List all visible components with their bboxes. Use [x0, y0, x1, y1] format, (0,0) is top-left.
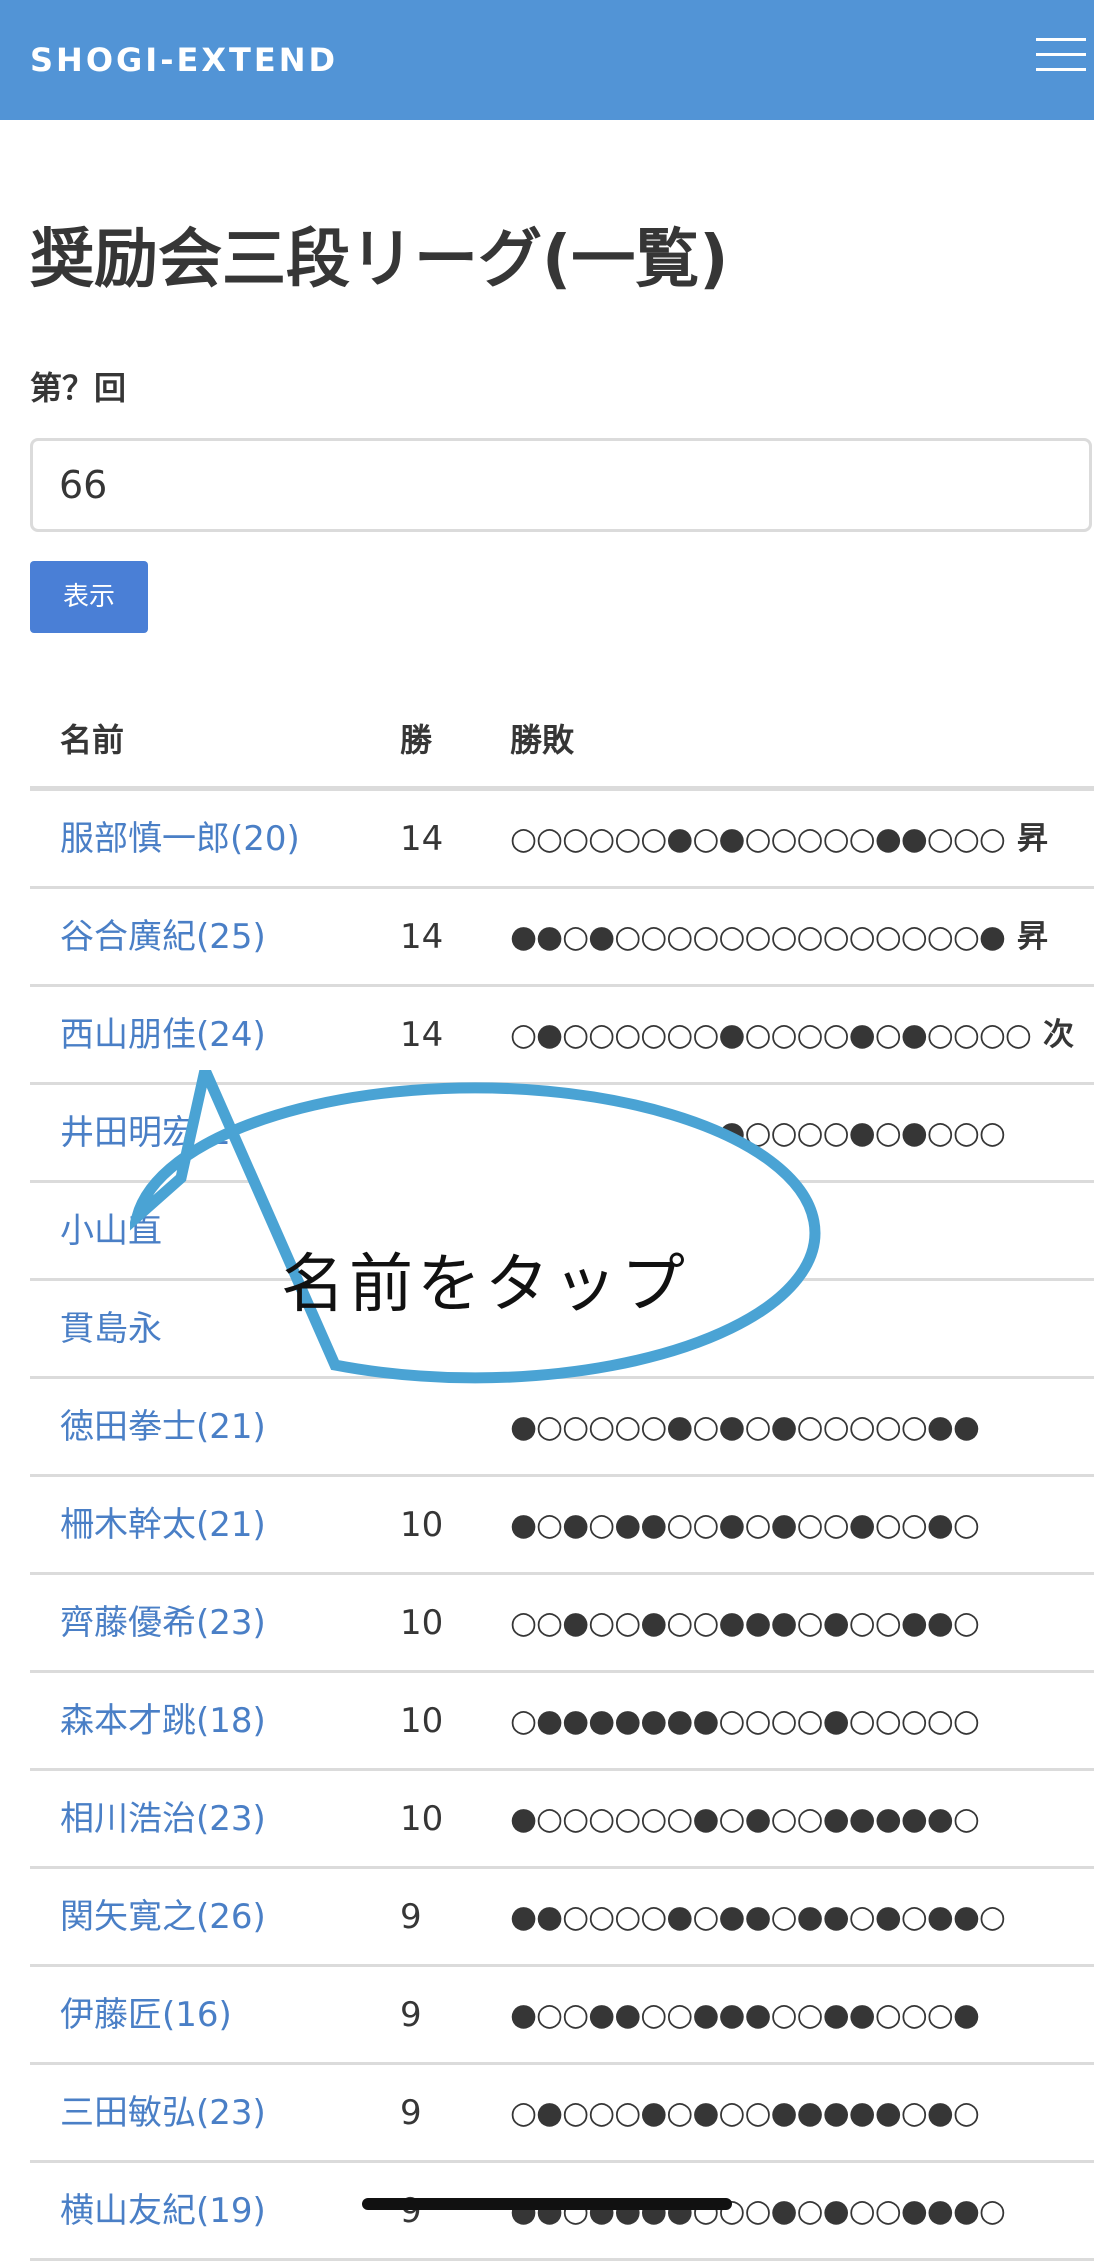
home-indicator — [362, 2198, 732, 2210]
player-name-link[interactable]: 横山友紀(19) — [60, 2189, 266, 2233]
player-name-link[interactable]: 齊藤優希(23) — [60, 1601, 266, 1645]
table-row: 関矢寛之(26) 9 ●●○○○○●○●●○●●○●○●●○ — [30, 1869, 1094, 1967]
table-row: 横山友紀(19) 9 ●●○●●●●○○○●○●○○●●●○ — [30, 2163, 1094, 2261]
round-number-input[interactable] — [30, 438, 1092, 532]
table-row: 服部慎一郎(20) 14 ○○○○○○●○●○○○○○●●○○○ 昇 — [30, 791, 1094, 889]
promotion-status-badge: 昇 — [1016, 919, 1048, 955]
win-count: 14 — [400, 819, 444, 859]
win-loss-record: ○○●○○●○○●●●○●○○●●○ — [510, 1601, 980, 1645]
win-loss-record: ●○○●●○○●●●○○●●○○○● — [510, 1993, 980, 2037]
record-marks: ○●○○○●○●○○●●●●●○●○ — [510, 2095, 980, 2131]
win-loss-record: ●●○●○○○○○○○○○○○○○○● 昇 — [510, 915, 1048, 959]
record-marks: ○●●●●●●●○○○○●○○○○○ — [510, 1703, 980, 1739]
player-name-link[interactable]: 服部慎一郎(20) — [60, 817, 300, 861]
player-name-link[interactable]: 相川浩治(23) — [60, 1797, 266, 1841]
round-field-label: 第？回 — [30, 369, 127, 407]
record-marks: ○●○○○○○○●○○○○●○●○○○○ — [510, 1017, 1032, 1053]
win-loss-record: ○●●●●●●●○○○○●○○○○○ — [510, 1699, 980, 1743]
promotion-status-badge: 昇 — [1016, 821, 1048, 857]
win-count: 9 — [400, 1995, 422, 2035]
record-marks: ○○●○○●○○●●●○●○○●●○ — [510, 1605, 980, 1641]
win-loss-record: ○○○○○○●○●○○○○○●●○○○ 昇 — [510, 817, 1048, 861]
page-title: 奨励会三段リーグ(一覧) — [30, 223, 729, 297]
column-header-name: 名前 — [60, 721, 125, 759]
hamburger-menu-icon[interactable] — [1036, 36, 1086, 74]
win-count: 9 — [400, 1897, 422, 1937]
table-body: 服部慎一郎(20) 14 ○○○○○○●○●○○○○○●●○○○ 昇谷合廣紀(25) 1… — [30, 791, 1094, 2261]
hamburger-line — [1036, 38, 1086, 41]
win-count: 14 — [400, 1015, 444, 1055]
player-name-link[interactable]: 伊藤匠(16) — [60, 1993, 232, 2037]
hamburger-line — [1036, 68, 1086, 71]
player-name-link[interactable]: 森本才跳(18) — [60, 1699, 266, 1743]
league-table: 名前 勝 勝敗 服部慎一郎(20) 14 ○○○○○○●○●○○○○○●●○○○ 昇谷… — [30, 700, 1094, 2261]
player-name-link[interactable]: 柵木幹太(21) — [60, 1503, 266, 1547]
win-count: 10 — [400, 1603, 444, 1643]
top-navbar: SHOGI-EXTEND — [0, 0, 1094, 120]
promotion-status-badge: 次 — [1043, 1017, 1074, 1053]
table-row: 森本才跳(18) 10 ○●●●●●●●○○○○●○○○○○ — [30, 1673, 1094, 1771]
column-header-wins: 勝 — [400, 721, 433, 759]
column-header-record: 勝敗 — [510, 721, 575, 759]
win-count: 9 — [400, 2191, 422, 2231]
table-row: 相川浩治(23) 10 ●○○○○○○●○●○○●●●●●○ — [30, 1771, 1094, 1869]
record-marks: ●●○○○○●○●●○●●○●○●●○ — [510, 1899, 1006, 1935]
table-row: 伊藤匠(16) 9 ●○○●●○○●●●○○●●○○○● — [30, 1967, 1094, 2065]
record-marks: ●○●○●●○○●○●○○●○○●○ — [510, 1507, 980, 1543]
table-row: 齊藤優希(23) 10 ○○●○○●○○●●●○●○○●●○ — [30, 1575, 1094, 1673]
player-name-link[interactable]: 谷合廣紀(25) — [60, 915, 266, 959]
win-count: 10 — [400, 1505, 444, 1545]
callout-text: 名前をタップ — [281, 1248, 689, 1322]
table-row: 柵木幹太(21) 10 ●○●○●●○○●○●○○●○○●○ — [30, 1477, 1094, 1575]
player-name-link[interactable]: 関矢寛之(26) — [60, 1895, 266, 1939]
speech-bubble-shape — [130, 1070, 821, 1384]
player-name-link[interactable]: 三田敏弘(23) — [60, 2091, 266, 2135]
record-marks: ●○○●●○○●●●○○●●○○○● — [510, 1997, 980, 2033]
win-loss-record: ●○●○●●○○●○●○○●○○●○ — [510, 1503, 980, 1547]
win-loss-record: ●●○●●●●○○○●○●○○●●●○ — [510, 2189, 1006, 2233]
site-brand-logo[interactable]: SHOGI-EXTEND — [30, 40, 338, 80]
record-marks: ○○○○○○●○●○○○○○●●○○○ — [510, 821, 1006, 857]
win-loss-record: ○●○○○●○●○○●●●●●○●○ — [510, 2091, 980, 2135]
win-loss-record: ●●○○○○●○●●○●●○●○●●○ — [510, 1895, 1006, 1939]
win-loss-record: ○●○○○○○○●○○○○●○●○○○○ 次 — [510, 1013, 1074, 1057]
record-marks: ●●○●○○○○○○○○○○○○○○● — [510, 919, 1006, 955]
table-header: 名前 勝 勝敗 — [30, 700, 1094, 791]
table-row: 三田敏弘(23) 9 ○●○○○●○●○○●●●●●○●○ — [30, 2065, 1094, 2163]
win-loss-record: ●○○○○○○●○●○○●●●●●○ — [510, 1797, 980, 1841]
win-count: 10 — [400, 1799, 444, 1839]
win-count: 9 — [400, 2093, 422, 2133]
win-count: 14 — [400, 917, 444, 957]
record-marks: ●○○○○○○●○●○○●●●●●○ — [510, 1801, 980, 1837]
player-name-link[interactable]: 西山朋佳(24) — [60, 1013, 266, 1057]
win-count: 10 — [400, 1701, 444, 1741]
table-row: 谷合廣紀(25) 14 ●●○●○○○○○○○○○○○○○○● 昇 — [30, 889, 1094, 987]
show-button[interactable]: 表示 — [30, 561, 148, 633]
hamburger-line — [1036, 53, 1086, 56]
